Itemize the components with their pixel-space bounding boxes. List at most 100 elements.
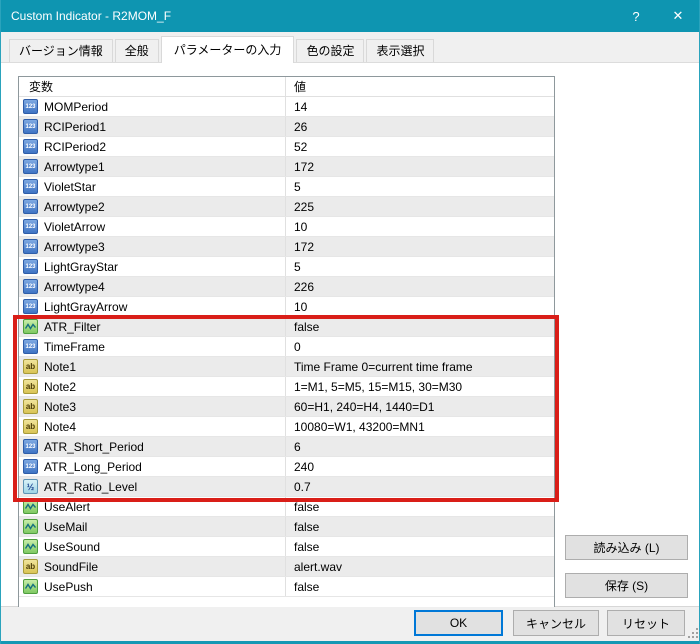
- param-value[interactable]: 5: [285, 257, 554, 276]
- parameter-row[interactable]: 123 RCIPeriod1 26: [19, 117, 554, 137]
- param-name: UseSound: [44, 539, 101, 554]
- parameter-row[interactable]: ab Note3 60=H1, 240=H4, 1440=D1: [19, 397, 554, 417]
- integer-icon: 123: [23, 219, 38, 234]
- param-value[interactable]: 5: [285, 177, 554, 196]
- resize-grip[interactable]: [688, 628, 698, 638]
- table-header-row: 変数 値: [19, 77, 554, 97]
- column-header-value: 値: [285, 77, 554, 96]
- param-name: Arrowtype4: [44, 279, 105, 294]
- param-value[interactable]: 0.7: [285, 477, 554, 496]
- parameter-row[interactable]: 123 ATR_Long_Period 240: [19, 457, 554, 477]
- parameter-row[interactable]: ab Note1 Time Frame 0=current time frame: [19, 357, 554, 377]
- param-value[interactable]: 0: [285, 337, 554, 356]
- param-value[interactable]: 52: [285, 137, 554, 156]
- param-name: LightGrayArrow: [44, 299, 128, 314]
- param-value[interactable]: false: [285, 497, 554, 516]
- parameter-row[interactable]: ab Note4 10080=W1, 43200=MN1: [19, 417, 554, 437]
- tab-display-selection[interactable]: 表示選択: [366, 39, 435, 62]
- tab-version-info[interactable]: バージョン情報: [9, 39, 113, 62]
- boolean-icon: [23, 519, 38, 534]
- boolean-icon: [23, 579, 38, 594]
- param-name: VioletStar: [44, 179, 96, 194]
- param-name: RCIPeriod1: [44, 119, 107, 134]
- param-name: LightGrayStar: [44, 259, 119, 274]
- parameter-row[interactable]: ab Note2 1=M1, 5=M5, 15=M15, 30=M30: [19, 377, 554, 397]
- param-value[interactable]: 226: [285, 277, 554, 296]
- param-value[interactable]: 60=H1, 240=H4, 1440=D1: [285, 397, 554, 416]
- param-value[interactable]: 1=M1, 5=M5, 15=M15, 30=M30: [285, 377, 554, 396]
- parameter-row[interactable]: 123 Arrowtype3 172: [19, 237, 554, 257]
- integer-icon: 123: [23, 259, 38, 274]
- load-button[interactable]: 読み込み (L): [565, 535, 688, 560]
- parameter-row[interactable]: 123 LightGrayArrow 10: [19, 297, 554, 317]
- param-name: MOMPeriod: [44, 99, 109, 114]
- tab-color-settings[interactable]: 色の設定: [296, 39, 365, 62]
- parameter-row[interactable]: UseAlert false: [19, 497, 554, 517]
- parameter-row[interactable]: 123 ATR_Short_Period 6: [19, 437, 554, 457]
- parameter-row[interactable]: ab SoundFile alert.wav: [19, 557, 554, 577]
- param-name: Arrowtype1: [44, 159, 105, 174]
- param-value[interactable]: 14: [285, 97, 554, 116]
- param-name: Note1: [44, 359, 77, 374]
- string-icon: ab: [23, 559, 38, 574]
- parameter-row[interactable]: 123 Arrowtype2 225: [19, 197, 554, 217]
- cancel-button[interactable]: キャンセル: [513, 610, 599, 636]
- param-name: RCIPeriod2: [44, 139, 107, 154]
- custom-indicator-dialog: Custom Indicator - R2MOM_F ? ✕ バージョン情報 全…: [0, 0, 700, 644]
- param-name: ATR_Filter: [44, 319, 101, 334]
- param-name: UseMail: [44, 519, 88, 534]
- param-value[interactable]: Time Frame 0=current time frame: [285, 357, 554, 376]
- integer-icon: 123: [23, 179, 38, 194]
- string-icon: ab: [23, 359, 38, 374]
- param-name: ATR_Ratio_Level: [44, 479, 138, 494]
- param-name: Arrowtype2: [44, 199, 105, 214]
- parameter-row[interactable]: 123 TimeFrame 0: [19, 337, 554, 357]
- reset-button[interactable]: リセット: [607, 610, 685, 636]
- param-name: Arrowtype3: [44, 239, 105, 254]
- footer-bar: OK キャンセル リセット: [1, 607, 699, 641]
- param-value[interactable]: false: [285, 317, 554, 336]
- param-value[interactable]: 26: [285, 117, 554, 136]
- integer-icon: 123: [23, 299, 38, 314]
- param-name: ATR_Long_Period: [44, 459, 142, 474]
- parameter-row[interactable]: UseMail false: [19, 517, 554, 537]
- param-value[interactable]: 172: [285, 157, 554, 176]
- param-value[interactable]: 10: [285, 297, 554, 316]
- ok-button[interactable]: OK: [414, 610, 503, 636]
- parameter-row[interactable]: UseSound false: [19, 537, 554, 557]
- parameter-row[interactable]: 123 LightGrayStar 5: [19, 257, 554, 277]
- tab-strip: バージョン情報 全般 パラメーターの入力 色の設定 表示選択: [1, 32, 699, 63]
- save-button[interactable]: 保存 (S): [565, 573, 688, 598]
- param-value[interactable]: 225: [285, 197, 554, 216]
- param-name: UseAlert: [44, 499, 91, 514]
- parameter-page: 変数 値 123 MOMPeriod 14 123 RCIPeriod1 26 123 RCI…: [1, 62, 699, 608]
- boolean-icon: [23, 539, 38, 554]
- close-icon[interactable]: ✕: [657, 0, 699, 32]
- tab-parameter-input[interactable]: パラメーターの入力: [160, 36, 295, 63]
- parameter-row[interactable]: 123 Arrowtype4 226: [19, 277, 554, 297]
- parameter-row[interactable]: 123 VioletArrow 10: [19, 217, 554, 237]
- parameter-row[interactable]: ATR_Filter false: [19, 317, 554, 337]
- param-value[interactable]: alert.wav: [285, 557, 554, 576]
- param-name: Note4: [44, 419, 77, 434]
- param-value[interactable]: 10080=W1, 43200=MN1: [285, 417, 554, 436]
- param-value[interactable]: 6: [285, 437, 554, 456]
- param-value[interactable]: 10: [285, 217, 554, 236]
- boolean-icon: [23, 319, 38, 334]
- parameter-row[interactable]: 123 RCIPeriod2 52: [19, 137, 554, 157]
- param-value[interactable]: 240: [285, 457, 554, 476]
- parameter-row[interactable]: ½ ATR_Ratio_Level 0.7: [19, 477, 554, 497]
- param-value[interactable]: false: [285, 537, 554, 556]
- string-icon: ab: [23, 379, 38, 394]
- param-name: Note2: [44, 379, 77, 394]
- parameter-row[interactable]: UsePush false: [19, 577, 554, 597]
- tab-general[interactable]: 全般: [114, 39, 159, 62]
- param-name: UsePush: [44, 579, 93, 594]
- help-button[interactable]: ?: [615, 0, 657, 32]
- param-value[interactable]: 172: [285, 237, 554, 256]
- parameter-row[interactable]: 123 VioletStar 5: [19, 177, 554, 197]
- parameter-row[interactable]: 123 MOMPeriod 14: [19, 97, 554, 117]
- param-value[interactable]: false: [285, 517, 554, 536]
- param-value[interactable]: false: [285, 577, 554, 596]
- parameter-row[interactable]: 123 Arrowtype1 172: [19, 157, 554, 177]
